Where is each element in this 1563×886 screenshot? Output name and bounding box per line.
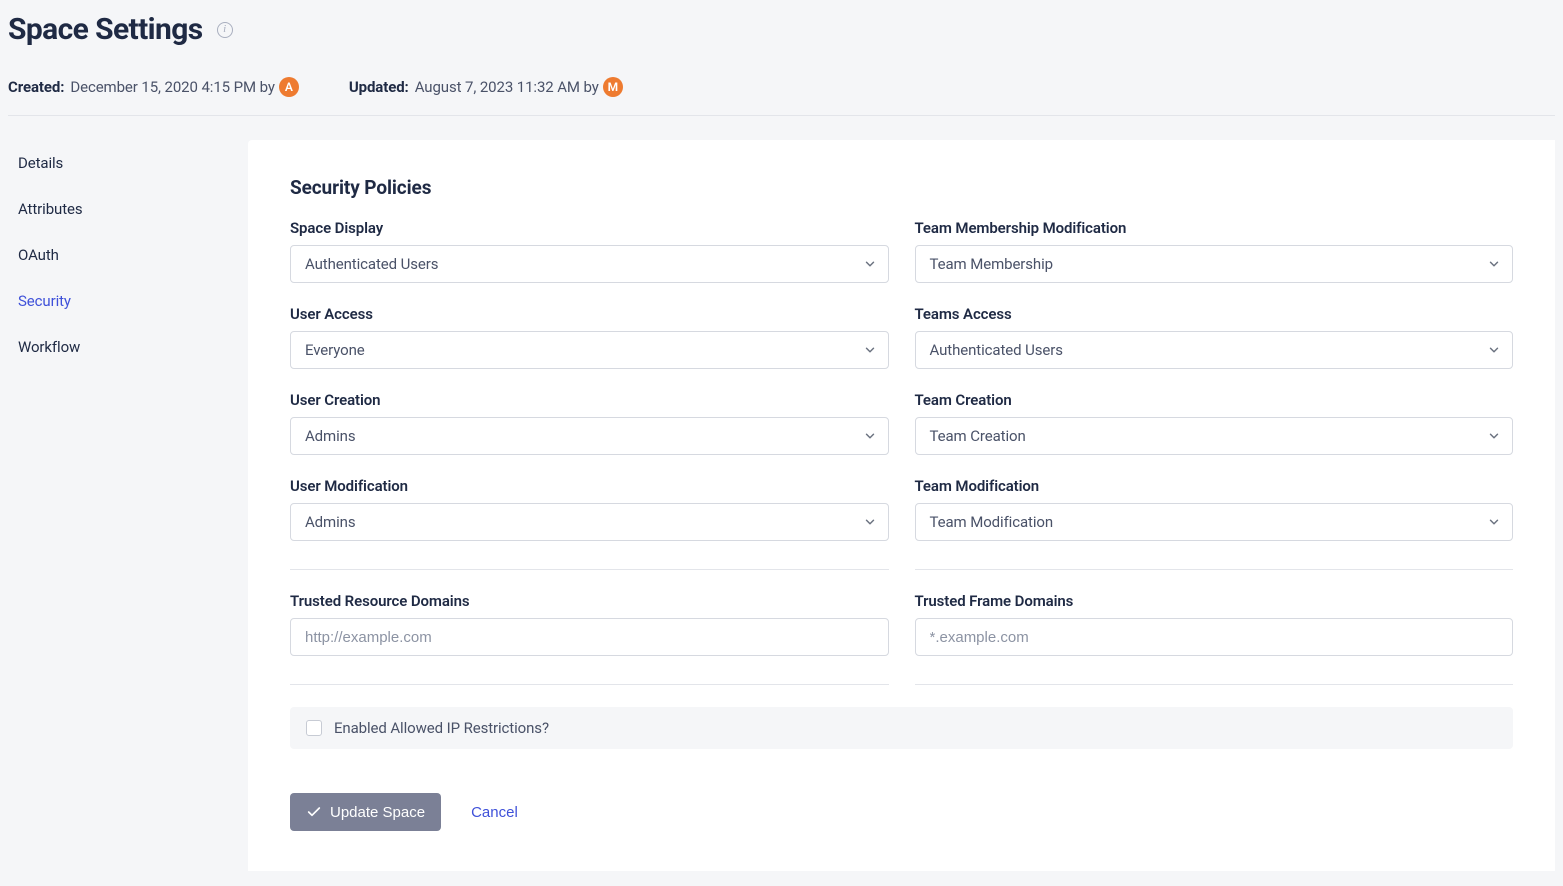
page-header: Space Settings i Created: December 15, 2… <box>8 6 1555 116</box>
info-icon[interactable]: i <box>217 22 233 38</box>
field-team-membership-modification: Team Membership Modification Team Member… <box>915 219 1514 283</box>
sidebar-item-attributes[interactable]: Attributes <box>8 186 248 232</box>
label-team-modification: Team Modification <box>915 477 1514 495</box>
select-space-display-value: Authenticated Users <box>305 255 438 273</box>
select-team-creation-value: Team Creation <box>930 427 1026 445</box>
field-trusted-frame-domains: Trusted Frame Domains <box>915 592 1514 656</box>
select-team-modification-value: Team Modification <box>930 513 1054 531</box>
field-space-display: Space Display Authenticated Users <box>290 219 889 283</box>
label-team-creation: Team Creation <box>915 391 1514 409</box>
ip-restrictions-row: Enabled Allowed IP Restrictions? <box>290 707 1513 749</box>
select-space-display[interactable]: Authenticated Users <box>290 245 889 283</box>
label-trusted-frame-domains: Trusted Frame Domains <box>915 592 1514 610</box>
select-user-modification[interactable]: Admins <box>290 503 889 541</box>
sidebar-item-label: Details <box>18 154 63 172</box>
select-user-creation[interactable]: Admins <box>290 417 889 455</box>
settings-content: Security Policies Space Display Authenti… <box>248 140 1555 871</box>
sidebar-item-label: Attributes <box>18 200 83 218</box>
select-user-modification-value: Admins <box>305 513 355 531</box>
created-label: Created: <box>8 78 64 96</box>
field-teams-access: Teams Access Authenticated Users <box>915 305 1514 369</box>
section-divider <box>915 569 1514 570</box>
select-team-creation[interactable]: Team Creation <box>915 417 1514 455</box>
sidebar-item-security[interactable]: Security <box>8 278 248 324</box>
sidebar-item-oauth[interactable]: OAuth <box>8 232 248 278</box>
select-user-access-value: Everyone <box>305 341 365 359</box>
select-team-modification[interactable]: Team Modification <box>915 503 1514 541</box>
section-divider <box>290 684 889 685</box>
label-user-access: User Access <box>290 305 889 323</box>
section-divider <box>915 684 1514 685</box>
cancel-button[interactable]: Cancel <box>471 804 518 821</box>
created-by-avatar[interactable]: A <box>279 77 299 97</box>
update-space-label: Update Space <box>330 804 425 821</box>
field-team-modification: Team Modification Team Modification <box>915 477 1514 541</box>
form-actions: Update Space Cancel <box>290 793 1513 831</box>
updated-meta: Updated: August 7, 2023 11:32 AM by M <box>349 77 623 97</box>
label-ip-restrictions: Enabled Allowed IP Restrictions? <box>334 719 549 737</box>
created-meta: Created: December 15, 2020 4:15 PM by A <box>8 77 299 97</box>
field-user-access: User Access Everyone <box>290 305 889 369</box>
sidebar-item-label: Workflow <box>18 338 80 356</box>
select-user-access[interactable]: Everyone <box>290 331 889 369</box>
created-value: December 15, 2020 4:15 PM by <box>70 78 274 96</box>
select-team-membership-modification-value: Team Membership <box>930 255 1053 273</box>
page-title: Space Settings <box>8 12 203 47</box>
select-teams-access[interactable]: Authenticated Users <box>915 331 1514 369</box>
select-teams-access-value: Authenticated Users <box>930 341 1063 359</box>
sidebar-item-label: OAuth <box>18 246 59 264</box>
input-trusted-resource-domains[interactable] <box>290 618 889 656</box>
label-user-creation: User Creation <box>290 391 889 409</box>
select-team-membership-modification[interactable]: Team Membership <box>915 245 1514 283</box>
field-user-creation: User Creation Admins <box>290 391 889 455</box>
input-trusted-frame-domains[interactable] <box>915 618 1514 656</box>
section-divider <box>290 569 889 570</box>
sidebar-item-details[interactable]: Details <box>8 140 248 186</box>
meta-row: Created: December 15, 2020 4:15 PM by A … <box>8 77 1555 116</box>
label-trusted-resource-domains: Trusted Resource Domains <box>290 592 889 610</box>
updated-label: Updated: <box>349 78 409 96</box>
label-space-display: Space Display <box>290 219 889 237</box>
field-team-creation: Team Creation Team Creation <box>915 391 1514 455</box>
field-trusted-resource-domains: Trusted Resource Domains <box>290 592 889 656</box>
sidebar-item-workflow[interactable]: Workflow <box>8 324 248 370</box>
section-title: Security Policies <box>290 176 1513 199</box>
checkbox-ip-restrictions[interactable] <box>306 720 322 736</box>
label-user-modification: User Modification <box>290 477 889 495</box>
label-teams-access: Teams Access <box>915 305 1514 323</box>
sidebar-item-label: Security <box>18 292 71 310</box>
settings-sidebar: Details Attributes OAuth Security Workflow <box>8 140 248 871</box>
select-user-creation-value: Admins <box>305 427 355 445</box>
update-space-button[interactable]: Update Space <box>290 793 441 831</box>
label-team-membership-modification: Team Membership Modification <box>915 219 1514 237</box>
updated-by-avatar[interactable]: M <box>603 77 623 97</box>
field-user-modification: User Modification Admins <box>290 477 889 541</box>
check-icon <box>306 804 322 820</box>
updated-value: August 7, 2023 11:32 AM by <box>415 78 599 96</box>
